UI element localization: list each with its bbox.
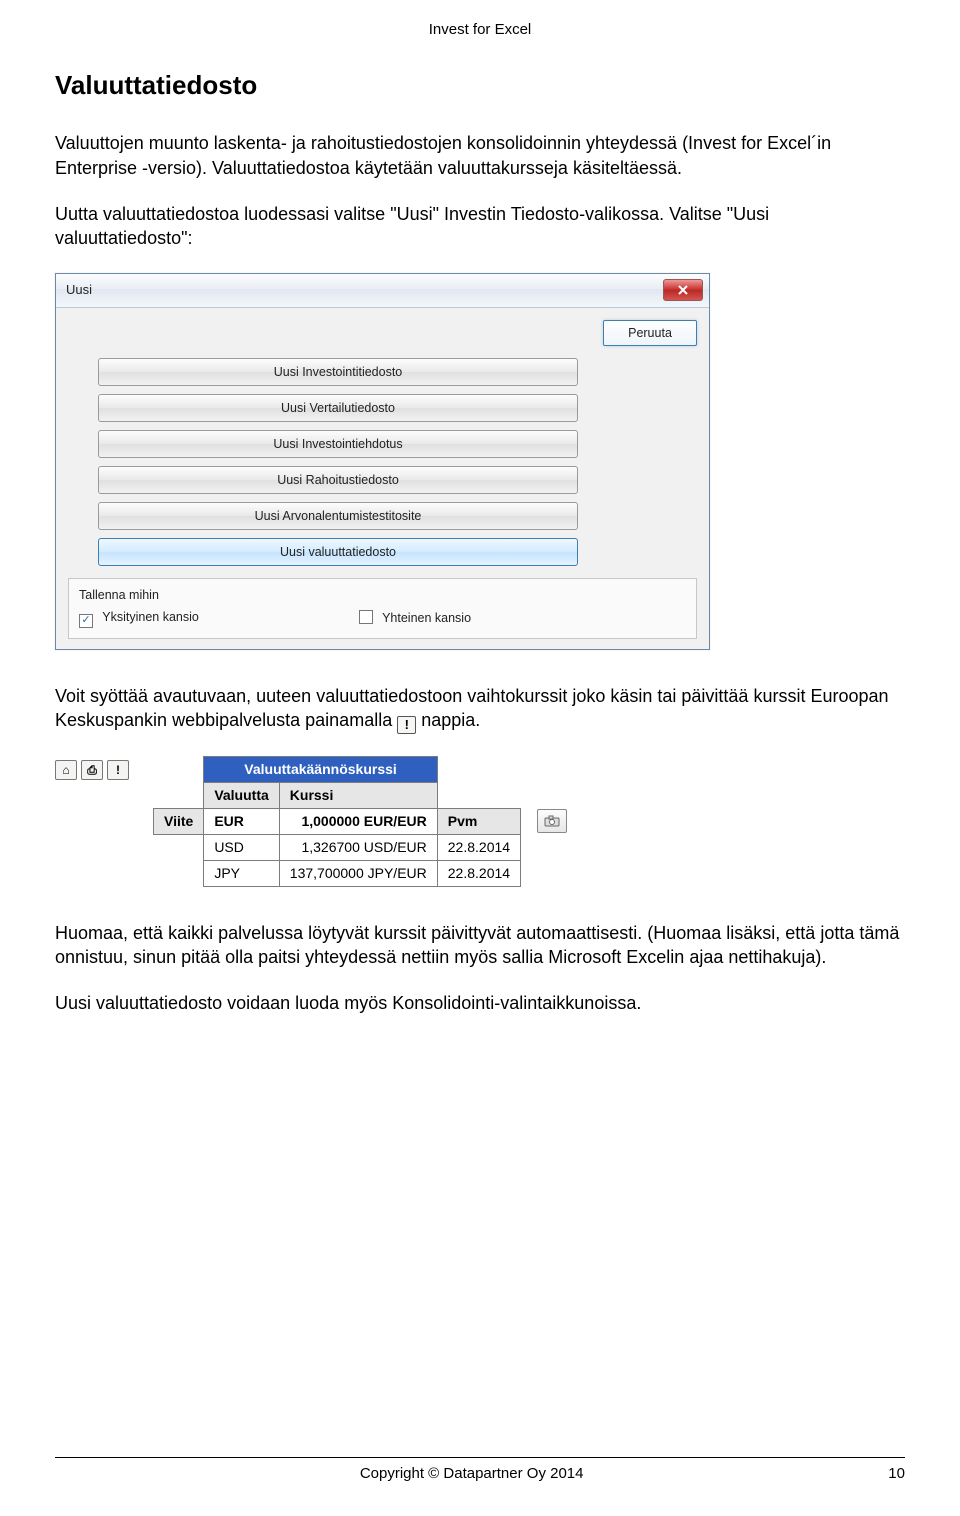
paragraph-consolidation: Uusi valuuttatiedosto voidaan luoda myös… <box>55 991 905 1015</box>
currency-table: Valuuttakäännöskurssi Valuutta Kurssi Vi… <box>153 756 568 886</box>
checkbox-shared-box <box>359 610 373 624</box>
col-rate: Kurssi <box>279 783 437 809</box>
print-icon[interactable]: ⎙ <box>81 760 103 780</box>
option-investointitiedosto[interactable]: Uusi Investointitiedosto <box>98 358 578 386</box>
currency-code: JPY <box>204 860 279 886</box>
page-footer: Copyright © Datapartner Oy 2014 10 <box>55 1457 905 1484</box>
ref-label: Viite <box>154 808 204 834</box>
table-row: USD 1,326700 USD/EUR 22.8.2014 <box>154 834 568 860</box>
currency-code: EUR <box>204 808 279 834</box>
paragraph-steps: Uutta valuuttatiedostoa luodessasi valit… <box>55 202 905 251</box>
checkbox-private-label: Yksityinen kansio <box>102 610 199 624</box>
col-currency: Valuutta <box>204 783 279 809</box>
uusi-dialog: Uusi Peruuta Uusi Investointitiedosto Uu… <box>55 273 710 650</box>
option-valuuttatiedosto[interactable]: Uusi valuuttatiedosto <box>98 538 578 566</box>
currency-table-header: Valuuttakäännöskurssi <box>204 757 437 783</box>
currency-code: USD <box>204 834 279 860</box>
currency-block: ⌂ ⎙ ! Valuuttakäännöskurssi Valuutta Kur… <box>55 756 905 886</box>
paragraph-update-b: nappia. <box>421 710 480 730</box>
checkbox-private-box: ✓ <box>79 614 93 628</box>
save-group: Tallenna mihin ✓ Yksityinen kansio Yhtei… <box>68 578 697 639</box>
pvm-text: Pvm <box>448 812 478 831</box>
home-icon[interactable]: ⌂ <box>55 760 77 780</box>
page-header: Invest for Excel <box>55 20 905 40</box>
close-icon <box>677 284 689 296</box>
currency-date: 22.8.2014 <box>437 834 520 860</box>
option-arvonalentumistestitosite[interactable]: Uusi Arvonalentumistestitosite <box>98 502 578 530</box>
currency-rate: 137,700000 JPY/EUR <box>279 860 437 886</box>
paragraph-update: Voit syöttää avautuvaan, uuteen valuutta… <box>55 684 905 734</box>
option-investointiehdotus[interactable]: Uusi Investointiehdotus <box>98 430 578 458</box>
dialog-body: Peruuta Uusi Investointitiedosto Uusi Ve… <box>56 308 709 649</box>
checkbox-shared-label: Yhteinen kansio <box>382 611 471 625</box>
refresh-icon[interactable]: ! <box>107 760 129 780</box>
table-row: JPY 137,700000 JPY/EUR 22.8.2014 <box>154 860 568 886</box>
table-row: Viite EUR 1,000000 EUR/EUR Pvm <box>154 808 568 834</box>
camera-icon <box>544 815 560 827</box>
camera-button[interactable] <box>537 809 567 833</box>
currency-date: 22.8.2014 <box>437 860 520 886</box>
paragraph-note: Huomaa, että kaikki palvelussa löytyvät … <box>55 921 905 970</box>
paragraph-intro: Valuuttojen muunto laskenta- ja rahoitus… <box>55 131 905 180</box>
option-rahoitustiedosto[interactable]: Uusi Rahoitustiedosto <box>98 466 578 494</box>
dialog-title: Uusi <box>66 281 92 299</box>
footer-page: 10 <box>888 1464 905 1484</box>
cancel-button[interactable]: Peruuta <box>603 320 697 346</box>
currency-rate: 1,326700 USD/EUR <box>279 834 437 860</box>
section-title: Valuuttatiedosto <box>55 68 905 103</box>
currency-rate: 1,000000 EUR/EUR <box>279 808 437 834</box>
save-label: Tallenna mihin <box>79 587 686 604</box>
checkbox-shared[interactable]: Yhteinen kansio <box>359 610 471 627</box>
toolbar-icons: ⌂ ⎙ ! <box>55 756 129 780</box>
dialog-titlebar: Uusi <box>56 274 709 308</box>
pvm-label: Pvm <box>437 808 520 834</box>
exclaim-icon: ! <box>397 716 416 734</box>
checkbox-private[interactable]: ✓ Yksityinen kansio <box>79 609 199 627</box>
footer-copyright: Copyright © Datapartner Oy 2014 <box>360 1464 584 1484</box>
option-vertailutiedosto[interactable]: Uusi Vertailutiedosto <box>98 394 578 422</box>
option-list: Uusi Investointitiedosto Uusi Vertailuti… <box>98 358 578 566</box>
close-button[interactable] <box>663 279 703 301</box>
